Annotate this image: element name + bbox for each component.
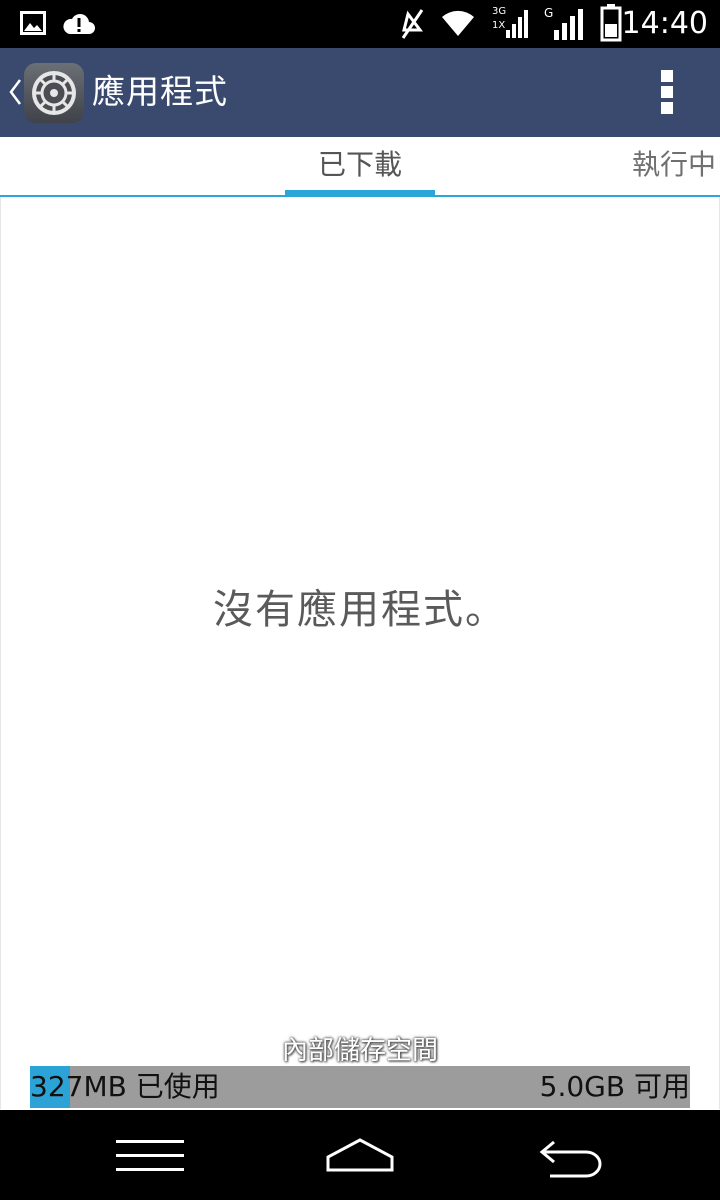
gallery-icon — [20, 11, 46, 35]
action-bar: 應用程式 — [0, 48, 720, 137]
page-title: 應用程式 — [92, 72, 228, 111]
storage-label: 內部儲存空間 — [281, 1036, 438, 1066]
cloud-alert-icon — [63, 14, 95, 34]
back-icon[interactable] — [530, 1110, 610, 1200]
tab-strip: 已下載 執行中 — [0, 137, 720, 197]
app-list[interactable] — [0, 197, 720, 1109]
storage-free-text: 5.0GB 可用 — [539, 1070, 690, 1103]
storage-bar: 327MB 已使用 5.0GB 可用 — [30, 1066, 690, 1108]
tab-downloaded[interactable]: 已下載 — [318, 147, 402, 183]
signal-3g-icon: 3G 1X — [492, 6, 530, 40]
storage-used-text: 327MB 已使用 — [30, 1070, 220, 1103]
signal-g-icon: G — [544, 6, 586, 40]
navigation-bar — [0, 1110, 720, 1200]
menu-icon[interactable] — [110, 1110, 190, 1200]
status-bar: 3G 1X G 14:40 — [0, 0, 720, 48]
tab-indicator — [285, 190, 435, 195]
tab-running[interactable]: 執行中 — [632, 147, 716, 183]
wifi-icon — [442, 10, 474, 36]
up-navigation-icon[interactable] — [8, 78, 22, 106]
home-icon[interactable] — [320, 1110, 400, 1200]
overflow-menu-icon[interactable] — [652, 68, 682, 118]
battery-icon — [600, 4, 622, 42]
settings-gear-icon[interactable] — [24, 63, 84, 123]
mute-icon — [401, 9, 424, 39]
status-time: 14:40 — [621, 6, 708, 41]
empty-message: 沒有應用程式。 — [213, 587, 507, 633]
